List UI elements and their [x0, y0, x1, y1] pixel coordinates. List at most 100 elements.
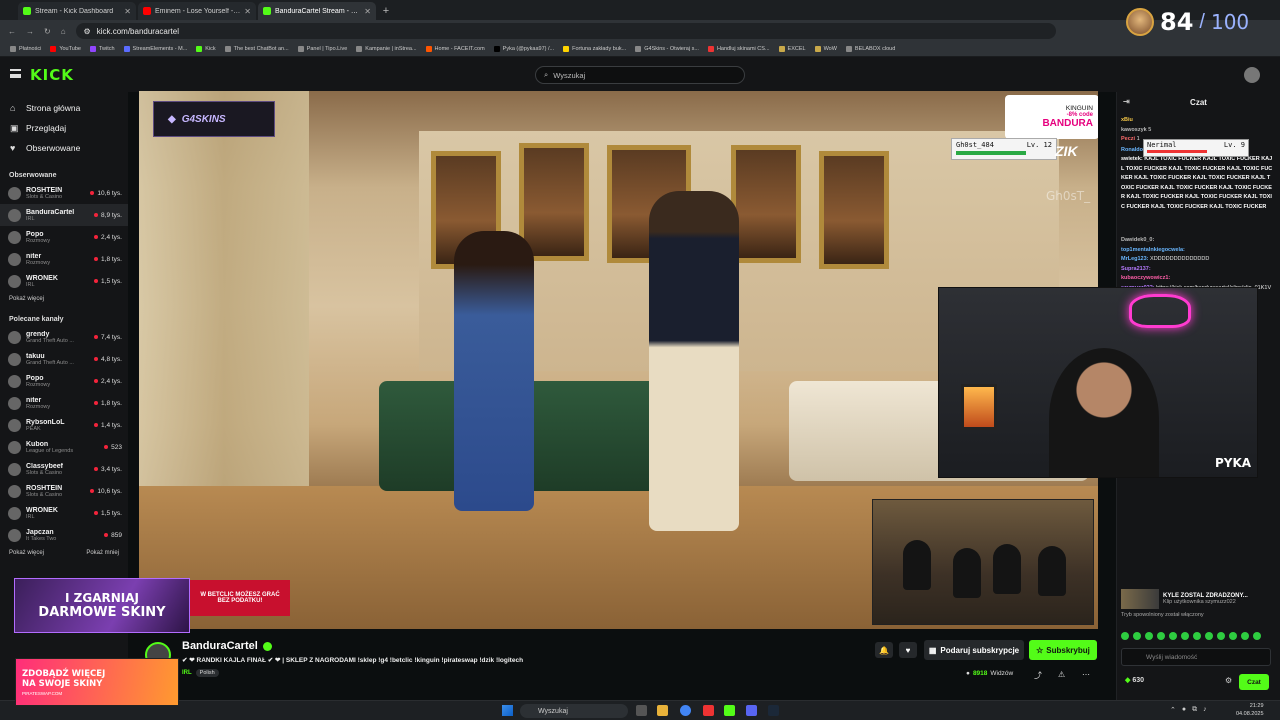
- network-icon[interactable]: ⧉: [1192, 706, 1197, 714]
- taskbar-clock[interactable]: 21:29 04.08.2025: [1236, 703, 1264, 718]
- volume-icon[interactable]: ♪: [1203, 706, 1207, 714]
- chat-settings-icon[interactable]: ⚙: [1225, 676, 1232, 685]
- nav-following[interactable]: ♥ Obserwowane: [0, 138, 128, 158]
- chat-username[interactable]: kubaoczywowicz1:: [1121, 275, 1170, 281]
- emote-icon[interactable]: [1133, 632, 1141, 640]
- chat-username[interactable]: kawoszyk: [1121, 127, 1147, 133]
- category-link[interactable]: IRL: [182, 670, 192, 676]
- bookmark-item[interactable]: Płatności: [10, 46, 41, 52]
- emote-icon[interactable]: [1181, 632, 1189, 640]
- close-tab-icon[interactable]: ✕: [244, 7, 251, 16]
- chrome-icon[interactable]: [680, 705, 691, 716]
- chat-username[interactable]: Ronaldo:: [1121, 147, 1145, 153]
- chat-username[interactable]: xBiu: [1121, 117, 1133, 123]
- sidebar-channel-wronek[interactable]: WRONEK IRL 1,5 tys.: [0, 270, 128, 292]
- language-tag[interactable]: Polish: [195, 669, 219, 677]
- user-avatar[interactable]: [1244, 67, 1260, 83]
- bookmark-item[interactable]: The best ChatBot an...: [224, 46, 289, 52]
- pirateswap-ad-banner[interactable]: ZDOBĄDŹ WIĘCEJ NA SWOJE SKINY PIRATESWAP…: [15, 658, 179, 706]
- new-tab-button[interactable]: +: [378, 2, 394, 20]
- nav-home[interactable]: ⌂ Strona główna: [0, 98, 128, 118]
- emote-icon[interactable]: [1253, 632, 1261, 640]
- chat-clip-card[interactable]: KYLE ZOSTAL ZDRADZONY... Klip użytkownika…: [1121, 588, 1271, 610]
- channel-name[interactable]: BanduraCartel: [182, 640, 272, 652]
- collapse-chat-icon[interactable]: ⇥: [1123, 97, 1130, 106]
- app-icon[interactable]: [703, 705, 714, 716]
- bookmark-item[interactable]: StreamElements - M...: [123, 46, 187, 52]
- sidebar-channel-popo[interactable]: Popo Rozmowy 2,4 tys.: [0, 226, 128, 248]
- kick-app-icon[interactable]: [724, 705, 735, 716]
- sidebar-channel-banduracartel[interactable]: BanduraCartel IRL 8,9 tys.: [0, 204, 128, 226]
- browser-tab-banduracartel[interactable]: BanduraCartel Stream - Watch Live✕: [258, 2, 376, 20]
- bookmark-folder[interactable]: WoW: [814, 46, 837, 52]
- follow-button[interactable]: ♥: [899, 642, 917, 658]
- chat-input[interactable]: Wyślij wiadomość: [1121, 648, 1271, 666]
- bookmark-item[interactable]: Handluj skinami CS...: [707, 46, 770, 52]
- bookmark-item[interactable]: YouTube: [50, 46, 81, 52]
- bookmark-item[interactable]: G4Skins - Otwieraj s...: [635, 46, 699, 52]
- discord-icon[interactable]: [746, 705, 757, 716]
- show-more-link[interactable]: Pokaż więcej: [9, 550, 44, 556]
- bookmark-folder[interactable]: EXCEL: [778, 46, 806, 52]
- gift-subs-button[interactable]: ▦ Podaruj subskrypcje: [924, 640, 1024, 660]
- browser-tab-kick-dashboard[interactable]: Stream - Kick Dashboard ✕: [18, 2, 136, 20]
- more-options-icon[interactable]: ⋯: [1082, 670, 1090, 679]
- chat-username[interactable]: Peczi: [1121, 136, 1135, 142]
- sidebar-channel-takuu[interactable]: takuu Grand Theft Auto ... 4,8 tys.: [0, 348, 128, 370]
- notifications-button[interactable]: 🔔: [875, 642, 893, 658]
- sidebar-channel-classybeef[interactable]: Classybeef Slots & Casino 3,4 tys.: [0, 458, 128, 480]
- emote-icon[interactable]: [1169, 632, 1177, 640]
- windows-start-icon[interactable]: [502, 705, 513, 716]
- taskbar-search[interactable]: Wyszukaj: [520, 704, 628, 718]
- sidebar-channel-roshtein[interactable]: ROSHTEIN Slots & Casino 10,6 tys.: [0, 480, 128, 502]
- tray-chevron-icon[interactable]: ⌃: [1170, 706, 1176, 714]
- back-icon[interactable]: ←: [8, 27, 16, 36]
- emote-icon[interactable]: [1241, 632, 1249, 640]
- search-input[interactable]: ⌕ Wyszukaj: [535, 66, 745, 84]
- sidebar-channel-popo[interactable]: Popo Rozmowy 2,4 tys.: [0, 370, 128, 392]
- home-browser-icon[interactable]: ⌂: [61, 27, 66, 36]
- emote-icon[interactable]: [1229, 632, 1237, 640]
- close-tab-icon[interactable]: ✕: [124, 7, 131, 16]
- forward-icon[interactable]: →: [26, 27, 34, 36]
- sidebar-channel-roshtein[interactable]: ROSHTEIN Slots & Casino 10,6 tys.: [0, 182, 128, 204]
- steam-icon[interactable]: [768, 705, 779, 716]
- show-less-link[interactable]: Pokaż mniej: [86, 550, 119, 556]
- bookmark-item[interactable]: Kick: [196, 46, 216, 52]
- sidebar-channel-niter[interactable]: niter Rozmowy 1,8 tys.: [0, 248, 128, 270]
- reload-icon[interactable]: ↻: [44, 27, 51, 36]
- share-icon[interactable]: ⤴: [1034, 670, 1042, 681]
- bookmark-item[interactable]: Panel | Tipo.Live: [297, 46, 347, 52]
- chat-username[interactable]: swietek:: [1121, 156, 1143, 162]
- bookmark-item[interactable]: Kampanie | inStrea...: [356, 46, 417, 52]
- bookmark-item[interactable]: Pyka (@pykaa97) /...: [493, 46, 554, 52]
- emote-icon[interactable]: [1193, 632, 1201, 640]
- chat-username[interactable]: top1mentalnkiegocwela:: [1121, 247, 1185, 253]
- menu-icon[interactable]: [10, 69, 21, 78]
- bookmark-item[interactable]: Fortuna zakłady buk...: [563, 46, 626, 52]
- sidebar-channel-niter[interactable]: niter Rozmowy 1,8 tys.: [0, 392, 128, 414]
- close-tab-icon[interactable]: ✕: [364, 7, 371, 16]
- channel-points[interactable]: ◆ 630: [1125, 676, 1144, 684]
- bookmark-item[interactable]: Home - FACEIT.com: [425, 46, 485, 52]
- send-chat-button[interactable]: Czat: [1239, 674, 1269, 690]
- sidebar-channel-kubon[interactable]: Kubon League of Legends 523: [0, 436, 128, 458]
- sidebar-channel-grendy[interactable]: grendy Grand Theft Auto ... 7,4 tys.: [0, 326, 128, 348]
- emote-icon[interactable]: [1145, 632, 1153, 640]
- browser-tab-youtube[interactable]: Eminem - Lose Yourself - YouTube ✕: [138, 2, 256, 20]
- emote-icon[interactable]: [1217, 632, 1225, 640]
- address-bar[interactable]: ⚙ kick.com/banduracartel: [75, 23, 1056, 39]
- emote-icon[interactable]: [1205, 632, 1213, 640]
- nav-browse[interactable]: ▣ Przeglądaj: [0, 118, 128, 138]
- skins-ad-banner[interactable]: I ZGARNIAJ DARMOWE SKINY: [14, 578, 190, 633]
- followed-show-more[interactable]: Pokaż więcej: [0, 292, 128, 306]
- mic-icon[interactable]: ●: [1182, 706, 1186, 714]
- file-explorer-icon[interactable]: [657, 705, 668, 716]
- emote-icon[interactable]: [1157, 632, 1165, 640]
- chat-username[interactable]: Dawidek0_0:: [1121, 237, 1154, 243]
- report-icon[interactable]: ⚠: [1058, 670, 1065, 679]
- sidebar-channel-wronek[interactable]: WRONEK IRL 1,5 tys.: [0, 502, 128, 524]
- sidebar-channel-rybsonlol[interactable]: RybsonLoL PEAK 1,4 tys.: [0, 414, 128, 436]
- chat-username[interactable]: Supra2137:: [1121, 266, 1151, 272]
- kick-logo[interactable]: KICK: [30, 66, 74, 84]
